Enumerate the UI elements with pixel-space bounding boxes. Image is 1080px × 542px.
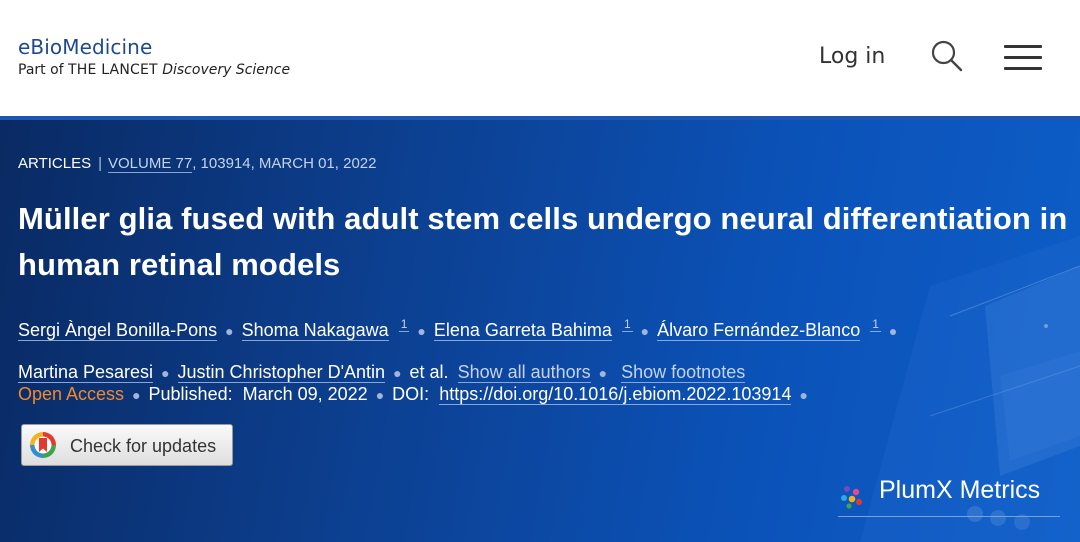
info-separator: ● (132, 387, 141, 403)
info-separator: ● (375, 387, 385, 403)
search-icon[interactable] (930, 39, 964, 73)
lancet-name: THE LANCET (68, 62, 158, 78)
check-for-updates-label: Check for updates (70, 436, 217, 456)
author-separator: ● (417, 323, 426, 339)
author-link[interactable]: Álvaro Fernández-Blanco (657, 320, 861, 341)
plumx-label: PlumX Metrics (879, 476, 1041, 504)
crossmark-icon (30, 432, 56, 458)
plumx-icon (841, 486, 862, 509)
publication-info: Open Access ● Published: March 09, 2022 ● DO… (18, 384, 816, 405)
article-title: Müller glia fused with adult stem cells … (18, 201, 1068, 282)
site-header: eBioMedicine Part of THE LANCET Discover… (0, 0, 1080, 116)
doi-link[interactable]: https://doi.org/10.1016/j.ebiom.2022.103… (439, 384, 792, 405)
issue-info: , 103914, MARCH 01, 2022 (192, 155, 377, 172)
et-al: et al. (409, 362, 449, 382)
doi-label: DOI: (392, 384, 430, 404)
author-link[interactable]: Shoma Nakagawa (241, 320, 389, 341)
author-link[interactable]: Sergi Àngel Bonilla-Pons (18, 320, 218, 341)
published-label: Published: (148, 384, 233, 404)
published-date: March 09, 2022 (242, 384, 368, 404)
plumx-underline (838, 516, 1060, 517)
author-separator: ● (393, 365, 402, 381)
journal-name[interactable]: eBioMedicine (18, 35, 152, 59)
open-access-badge: Open Access (18, 384, 125, 404)
journal-affiliation: Part of THE LANCET Discovery Science (18, 62, 290, 78)
affiliation-marker[interactable]: 1 (398, 317, 410, 332)
link-separator: ● (598, 365, 608, 381)
meta-separator: | (98, 155, 102, 172)
author-link[interactable]: Elena Garreta Bahima (433, 320, 612, 341)
author-separator: ● (225, 323, 234, 339)
check-for-updates-button[interactable]: Check for updates (21, 424, 233, 466)
volume-link[interactable]: VOLUME 77 (108, 155, 193, 173)
author-separator: ● (640, 323, 650, 339)
login-link[interactable]: Log in (819, 44, 885, 69)
affiliation-marker[interactable]: 1 (621, 317, 633, 332)
author-link[interactable]: Justin Christopher D'Antin (177, 362, 386, 383)
author-list: Sergi Àngel Bonilla-Pons ● Shoma Nakagawa 1… (18, 304, 1068, 394)
article-section: ARTICLES (18, 155, 92, 172)
author-separator: ● (888, 323, 898, 339)
show-footnotes-link[interactable]: Show footnotes (621, 362, 746, 383)
affiliation-marker[interactable]: 1 (870, 317, 881, 332)
article-meta-line: ARTICLES | VOLUME 77, 103914, MARCH 01, 20… (18, 155, 377, 173)
info-separator: ● (799, 387, 808, 403)
part-of-prefix: Part of (18, 62, 64, 78)
author-link[interactable]: Martina Pesaresi (18, 362, 154, 383)
author-separator: ● (161, 365, 170, 381)
article-banner: ARTICLES | VOLUME 77, 103914, MARCH 01, 20… (0, 116, 1080, 542)
show-all-authors-link[interactable]: Show all authors (457, 362, 591, 383)
discovery-science: Discovery Science (162, 62, 291, 78)
hamburger-menu-icon[interactable] (1004, 43, 1044, 73)
plumx-metrics-link[interactable]: PlumX Metrics (838, 476, 1060, 518)
